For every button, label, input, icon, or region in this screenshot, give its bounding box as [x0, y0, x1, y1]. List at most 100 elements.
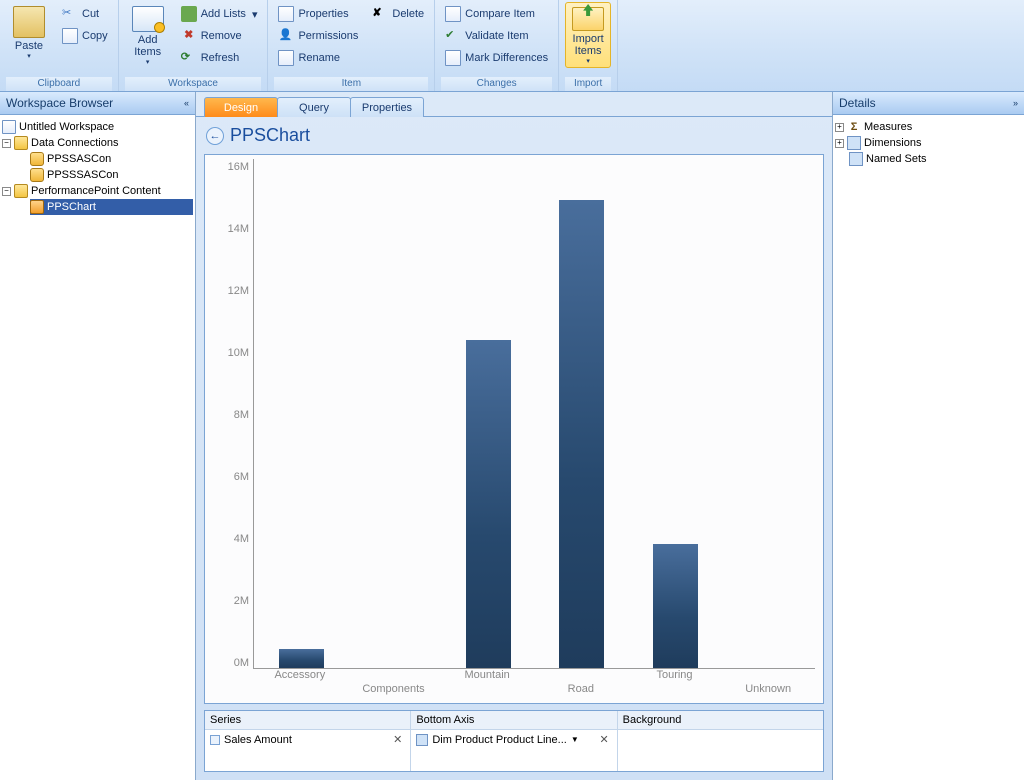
- paste-icon: [13, 6, 45, 38]
- permissions-button[interactable]: 👤 Permissions: [274, 26, 362, 46]
- back-button[interactable]: ←: [206, 127, 224, 145]
- named-sets-icon: [849, 152, 863, 166]
- chart-x-axis: AccessoryComponentsMountainRoadTouringUn…: [253, 669, 815, 701]
- ribbon-group-clipboard: Paste ▾ ✂ Cut Copy Clipboard: [0, 0, 119, 91]
- refresh-icon: ⟳: [181, 50, 197, 66]
- import-items-label: Import Items: [573, 33, 604, 57]
- dropdown-icon: ▾: [586, 57, 590, 65]
- ribbon-group-label: Changes: [441, 77, 552, 91]
- tree-chart-item-selected[interactable]: PPSChart: [30, 199, 193, 215]
- add-items-button[interactable]: Add Items ▾: [125, 2, 171, 68]
- ribbon-group-item: Properties 👤 Permissions Rename ✘ Delete…: [268, 0, 435, 91]
- tree-data-connections[interactable]: − Data Connections: [2, 135, 193, 151]
- config-axis-column: Bottom Axis Dim Product Product Line... …: [411, 711, 617, 771]
- axis-dropdown-icon[interactable]: ▼: [571, 735, 579, 744]
- ribbon-group-workspace: Add Items ▾ Add Lists ▾ ✖ Remove ⟳ Refre…: [119, 0, 269, 91]
- collapse-icon[interactable]: «: [184, 98, 189, 108]
- refresh-label: Refresh: [201, 52, 240, 64]
- ribbon-group-label: Workspace: [125, 77, 262, 91]
- properties-label: Properties: [298, 8, 348, 20]
- delete-label: Delete: [392, 8, 424, 20]
- import-items-button[interactable]: Import Items ▾: [565, 2, 611, 68]
- compare-item-button[interactable]: Compare Item: [441, 4, 552, 24]
- tab-query[interactable]: Query: [277, 97, 351, 117]
- tree-label: PerformancePoint Content: [31, 185, 161, 197]
- workspace-browser-title: Workspace Browser: [6, 96, 113, 110]
- details-dimensions[interactable]: + Dimensions: [835, 135, 1022, 151]
- tree-performancepoint-content[interactable]: − PerformancePoint Content: [2, 183, 193, 199]
- collapse-icon[interactable]: »: [1013, 98, 1018, 108]
- cut-button[interactable]: ✂ Cut: [58, 4, 112, 24]
- add-lists-button[interactable]: Add Lists ▾: [177, 4, 262, 24]
- config-axis-item[interactable]: Dim Product Product Line... ▼ ✕: [411, 730, 616, 749]
- mark-diff-icon: [445, 50, 461, 66]
- config-series-item[interactable]: Sales Amount ✕: [205, 730, 410, 749]
- compare-label: Compare Item: [465, 8, 535, 20]
- x-tick-label: Road: [568, 683, 594, 695]
- dropdown-icon: ▾: [27, 52, 31, 60]
- y-tick-label: 16M: [205, 161, 249, 173]
- x-tick-label: Accessory: [274, 669, 325, 681]
- tab-design[interactable]: Design: [204, 97, 278, 117]
- permissions-icon: 👤: [278, 28, 294, 44]
- ribbon-group-label: Clipboard: [6, 77, 112, 91]
- series-item-label: Sales Amount: [224, 734, 292, 746]
- dropdown-icon: ▾: [146, 58, 150, 66]
- remove-button[interactable]: ✖ Remove: [177, 26, 262, 46]
- refresh-button[interactable]: ⟳ Refresh: [177, 48, 262, 68]
- permissions-label: Permissions: [298, 30, 358, 42]
- expander-minus-icon[interactable]: −: [2, 139, 11, 148]
- expander-minus-icon[interactable]: −: [2, 187, 11, 196]
- config-axis-header: Bottom Axis: [411, 711, 616, 730]
- remove-axis-button[interactable]: ✕: [596, 733, 611, 746]
- tree-connection-item[interactable]: PPSSASCon: [30, 151, 193, 167]
- workspace-browser-header[interactable]: Workspace Browser «: [0, 92, 195, 115]
- tree-label: PPSChart: [47, 201, 96, 213]
- y-tick-label: 0M: [205, 657, 249, 669]
- add-items-label: Add Items: [134, 34, 161, 58]
- tree-root-workspace[interactable]: Untitled Workspace: [2, 119, 193, 135]
- details-measures[interactable]: + Σ Measures: [835, 119, 1022, 135]
- chart-config-panel: Series Sales Amount ✕ Bottom Axis Dim Pr…: [204, 710, 824, 772]
- add-lists-label: Add Lists: [201, 8, 246, 20]
- compare-icon: [445, 6, 461, 22]
- copy-button[interactable]: Copy: [58, 26, 112, 46]
- details-label: Dimensions: [864, 137, 921, 149]
- rename-label: Rename: [298, 52, 340, 64]
- delete-button[interactable]: ✘ Delete: [368, 4, 428, 24]
- x-tick-label: Touring: [656, 669, 692, 681]
- validate-icon: ✔: [445, 28, 461, 44]
- remove-series-button[interactable]: ✕: [390, 733, 405, 746]
- details-named-sets[interactable]: Named Sets: [835, 151, 1022, 167]
- tree-label: PPSSSASCon: [47, 169, 119, 181]
- chart-bar: [653, 544, 698, 668]
- mark-differences-button[interactable]: Mark Differences: [441, 48, 552, 68]
- y-tick-label: 10M: [205, 347, 249, 359]
- paste-button[interactable]: Paste ▾: [6, 2, 52, 68]
- dimension-item-icon: [416, 734, 428, 746]
- ribbon: Paste ▾ ✂ Cut Copy Clipboard Add Items ▾: [0, 0, 1024, 92]
- details-label: Named Sets: [866, 153, 927, 165]
- tab-properties[interactable]: Properties: [350, 97, 424, 117]
- expander-plus-icon[interactable]: +: [835, 139, 844, 148]
- cut-icon: ✂: [62, 6, 78, 22]
- validate-item-button[interactable]: ✔ Validate Item: [441, 26, 552, 46]
- main-layout: Workspace Browser « Untitled Workspace −…: [0, 92, 1024, 780]
- tree-connection-item[interactable]: PPSSSASCon: [30, 167, 193, 183]
- x-tick-label: Mountain: [465, 669, 510, 681]
- y-tick-label: 14M: [205, 223, 249, 235]
- delete-icon: ✘: [372, 6, 388, 22]
- properties-button[interactable]: Properties: [274, 4, 362, 24]
- rename-button[interactable]: Rename: [274, 48, 362, 68]
- measures-icon: Σ: [847, 121, 861, 133]
- details-label: Measures: [864, 121, 912, 133]
- dimensions-icon: [847, 136, 861, 150]
- copy-icon: [62, 28, 78, 44]
- details-tree: + Σ Measures + Dimensions Named Sets: [833, 115, 1024, 171]
- workspace-tree: Untitled Workspace − Data Connections PP…: [0, 115, 195, 219]
- expander-plus-icon[interactable]: +: [835, 123, 844, 132]
- tree-label: Data Connections: [31, 137, 118, 149]
- y-tick-label: 6M: [205, 471, 249, 483]
- details-header[interactable]: Details »: [833, 92, 1024, 115]
- rename-icon: [278, 50, 294, 66]
